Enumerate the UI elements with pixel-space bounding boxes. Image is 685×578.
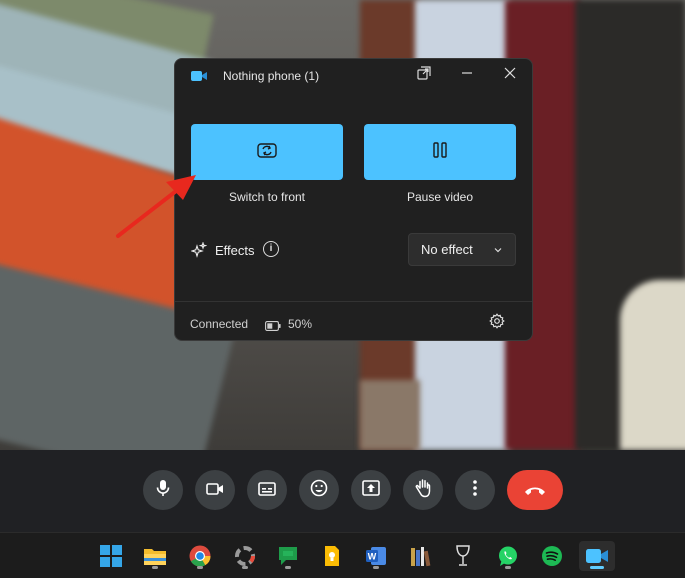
info-icon[interactable]: i bbox=[263, 241, 279, 257]
hang-up-button[interactable] bbox=[507, 470, 563, 510]
mic-button[interactable] bbox=[143, 470, 183, 510]
pause-video-label: Pause video bbox=[406, 190, 474, 204]
emoji-icon bbox=[310, 479, 328, 502]
present-icon bbox=[362, 479, 380, 501]
captions-button[interactable] bbox=[247, 470, 287, 510]
pause-video-button[interactable] bbox=[364, 124, 516, 180]
chevron-down-icon bbox=[493, 243, 503, 258]
windows-taskbar: W bbox=[0, 532, 685, 578]
wine-glass-app-icon[interactable] bbox=[448, 541, 478, 571]
settings-gear-icon[interactable] bbox=[489, 313, 505, 334]
close-button[interactable] bbox=[498, 65, 522, 85]
divider bbox=[175, 301, 532, 302]
raise-hand-button[interactable] bbox=[403, 470, 443, 510]
windows-start-icon[interactable] bbox=[96, 541, 126, 571]
whatsapp-icon[interactable] bbox=[493, 541, 523, 571]
close-icon bbox=[504, 66, 516, 84]
battery-icon bbox=[265, 318, 281, 336]
camera-icon bbox=[206, 480, 224, 501]
switch-camera-label: Switch to front bbox=[228, 190, 306, 204]
raise-hand-icon bbox=[414, 478, 432, 503]
mic-icon bbox=[155, 479, 171, 502]
effects-dropdown[interactable]: No effect bbox=[408, 233, 516, 266]
more-options-button[interactable] bbox=[455, 470, 495, 510]
battery-level: 50% bbox=[288, 317, 313, 331]
hang-up-icon bbox=[524, 480, 546, 501]
phone-link-camera-icon[interactable] bbox=[579, 541, 615, 571]
svg-text:W: W bbox=[368, 552, 377, 562]
camera-button[interactable] bbox=[195, 470, 235, 510]
books-app-icon[interactable] bbox=[405, 541, 435, 571]
effects-selected-value: No effect bbox=[421, 242, 473, 257]
switch-camera-button[interactable] bbox=[191, 124, 343, 180]
meeting-controls-bar bbox=[0, 450, 685, 532]
file-explorer-icon[interactable] bbox=[140, 541, 170, 571]
minimize-button[interactable] bbox=[455, 65, 479, 85]
chrome-icon[interactable] bbox=[185, 541, 215, 571]
phone-camera-dialog: Nothing phone (1) Switch to front Pause … bbox=[174, 58, 533, 341]
more-options-icon bbox=[473, 479, 477, 501]
dialog-title: Nothing phone (1) bbox=[223, 69, 320, 83]
app-icon[interactable] bbox=[230, 541, 260, 571]
compact-overlay-button[interactable] bbox=[412, 65, 436, 85]
word-icon[interactable]: W bbox=[361, 541, 391, 571]
effects-label: Effects bbox=[215, 243, 255, 258]
minimize-icon bbox=[461, 66, 473, 84]
sparkle-effects-icon bbox=[190, 241, 208, 263]
google-chat-icon[interactable] bbox=[273, 541, 303, 571]
present-button[interactable] bbox=[351, 470, 391, 510]
emoji-button[interactable] bbox=[299, 470, 339, 510]
spotify-icon[interactable] bbox=[537, 541, 567, 571]
switch-camera-icon bbox=[256, 140, 278, 165]
connection-status: Connected bbox=[190, 317, 249, 331]
pause-icon bbox=[430, 140, 450, 165]
camera-video-icon bbox=[191, 69, 207, 88]
captions-icon bbox=[258, 480, 276, 501]
compact-overlay-icon bbox=[417, 65, 431, 85]
keep-icon[interactable] bbox=[317, 541, 347, 571]
